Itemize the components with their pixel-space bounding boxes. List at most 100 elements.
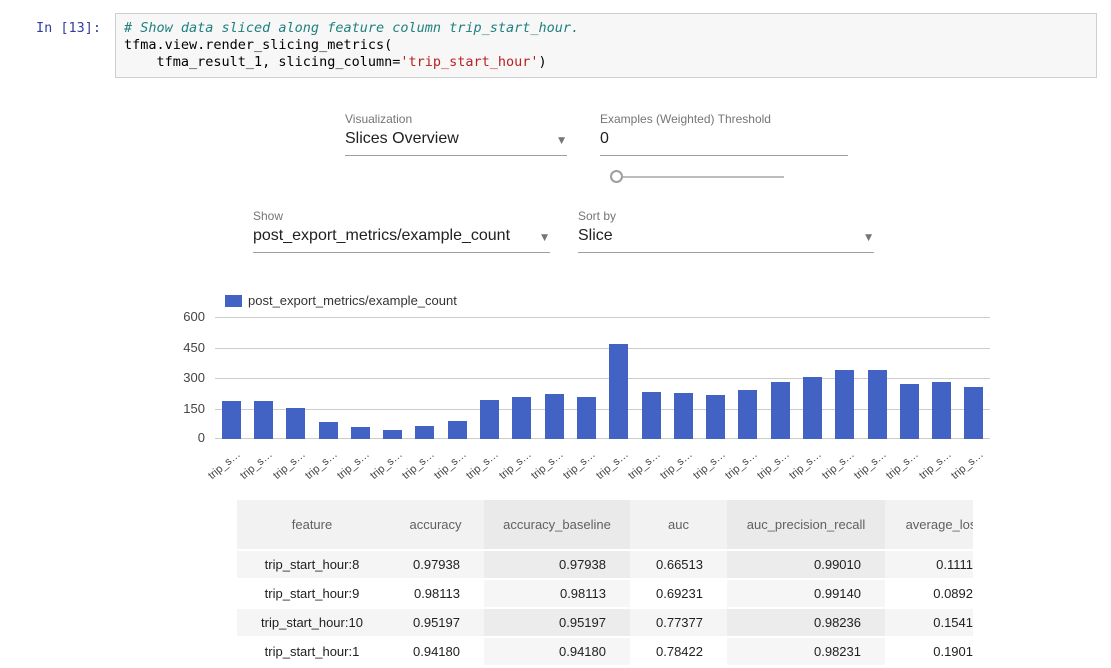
bar[interactable] [738, 390, 757, 439]
bar[interactable] [512, 397, 531, 439]
code-line-3-pre: tfma_result_1, slicing_column= [124, 54, 400, 70]
code-line-2: tfma.view.render_slicing_metrics( [124, 37, 392, 53]
metric-cell: 0.99010 [727, 550, 885, 579]
bar-slot [861, 370, 893, 439]
bar[interactable] [674, 393, 693, 439]
bar-slot [344, 427, 376, 439]
bar[interactable] [480, 400, 499, 439]
bar-slot [829, 370, 861, 439]
bar-slot [667, 393, 699, 439]
column-header[interactable]: accuracy [387, 500, 484, 550]
y-axis-tick-label: 450 [150, 340, 205, 355]
bar-slot [247, 401, 279, 439]
table-row[interactable]: trip_start_hour:80.979380.979380.665130.… [237, 550, 973, 579]
show-metric-dropdown[interactable]: post_export_metrics/example_count ▼ [253, 227, 550, 253]
metric-cell: 0.94180 [387, 637, 484, 666]
code-cell[interactable]: # Show data sliced along feature column … [115, 13, 1097, 78]
bar-slot [215, 401, 247, 439]
bar[interactable] [351, 427, 370, 439]
threshold-slider-thumb[interactable] [610, 170, 623, 183]
bar[interactable] [835, 370, 854, 439]
bar-slot [473, 400, 505, 439]
column-header[interactable]: auc_precision_recall [727, 500, 885, 550]
bar[interactable] [545, 394, 564, 439]
bar-slot [280, 408, 312, 439]
metric-cell: 0.0892 [885, 579, 973, 608]
sort-by-dropdown[interactable]: Slice ▼ [578, 227, 874, 253]
bar[interactable] [415, 426, 434, 439]
bar[interactable] [900, 384, 919, 439]
bar[interactable] [577, 397, 596, 439]
bar[interactable] [319, 422, 338, 439]
bar-slot [893, 384, 925, 439]
y-axis-tick-label: 150 [150, 401, 205, 416]
bar[interactable] [868, 370, 887, 439]
threshold-slider-track[interactable] [616, 176, 784, 178]
column-header[interactable]: auc [630, 500, 727, 550]
metric-cell: 0.98231 [727, 637, 885, 666]
code-line-3-post: ) [539, 54, 547, 70]
metric-cell: 0.1541 [885, 608, 973, 637]
bar[interactable] [254, 401, 273, 439]
metric-cell: 0.98113 [484, 579, 630, 608]
bar-slot [796, 377, 828, 439]
bar-slot [312, 422, 344, 439]
bar[interactable] [932, 382, 951, 439]
metrics-table: featureaccuracyaccuracy_baselineaucauc_p… [237, 500, 973, 667]
visualization-label: Visualization [345, 112, 412, 126]
sort-by-label: Sort by [578, 209, 616, 223]
feature-cell: trip_start_hour:8 [237, 550, 387, 579]
bar[interactable] [706, 395, 725, 439]
bar-slot [538, 394, 570, 439]
bar-slot [506, 397, 538, 439]
metric-cell: 0.78422 [630, 637, 727, 666]
metric-cell: 0.77377 [630, 608, 727, 637]
bar[interactable] [771, 382, 790, 439]
metric-cell: 0.99140 [727, 579, 885, 608]
bar-slot [958, 387, 990, 439]
bar[interactable] [609, 344, 628, 439]
bar[interactable] [642, 392, 661, 439]
column-header[interactable]: average_los [885, 500, 973, 550]
column-header[interactable]: feature [237, 500, 387, 550]
metric-cell: 0.94180 [484, 637, 630, 666]
metric-cell: 0.98113 [387, 579, 484, 608]
bar[interactable] [286, 408, 305, 439]
metric-cell: 0.66513 [630, 550, 727, 579]
bar[interactable] [448, 421, 467, 439]
feature-cell: trip_start_hour:9 [237, 579, 387, 608]
column-header[interactable]: accuracy_baseline [484, 500, 630, 550]
table-body: trip_start_hour:80.979380.979380.665130.… [237, 550, 973, 666]
bar[interactable] [222, 401, 241, 439]
code-string-literal: 'trip_start_hour' [400, 54, 538, 70]
feature-cell: trip_start_hour:1 [237, 637, 387, 666]
metrics-table-container: featureaccuracyaccuracy_baselineaucauc_p… [237, 500, 973, 668]
metric-cell: 0.1111 [885, 550, 973, 579]
bar[interactable] [964, 387, 983, 439]
legend-swatch [225, 295, 242, 307]
y-axis-tick-label: 300 [150, 370, 205, 385]
table-row[interactable]: trip_start_hour:10.941800.941800.784220.… [237, 637, 973, 666]
table-row[interactable]: trip_start_hour:100.951970.951970.773770… [237, 608, 973, 637]
bar-slot [732, 390, 764, 439]
chevron-down-icon: ▼ [865, 233, 872, 243]
x-axis-tick-label: trip_s… [924, 448, 985, 502]
bar-slot [441, 421, 473, 439]
y-axis-tick-label: 0 [150, 430, 205, 445]
visualization-dropdown[interactable]: Slices Overview ▼ [345, 130, 567, 156]
bar-slot [635, 392, 667, 439]
metric-cell: 0.97938 [387, 550, 484, 579]
threshold-input[interactable]: 0 [600, 130, 848, 156]
metric-cell: 0.97938 [484, 550, 630, 579]
table-header-row: featureaccuracyaccuracy_baselineaucauc_p… [237, 500, 973, 550]
bar[interactable] [803, 377, 822, 439]
table-row[interactable]: trip_start_hour:90.981130.981130.692310.… [237, 579, 973, 608]
cell-prompt: In [13]: [36, 20, 101, 36]
bar-slot [699, 395, 731, 439]
bar-slot [926, 382, 958, 439]
show-label: Show [253, 209, 283, 223]
metric-cell: 0.69231 [630, 579, 727, 608]
x-axis-labels: trip_s…trip_s…trip_s…trip_s…trip_s…trip_… [215, 439, 990, 479]
bar[interactable] [383, 430, 402, 439]
metric-cell: 0.95197 [387, 608, 484, 637]
